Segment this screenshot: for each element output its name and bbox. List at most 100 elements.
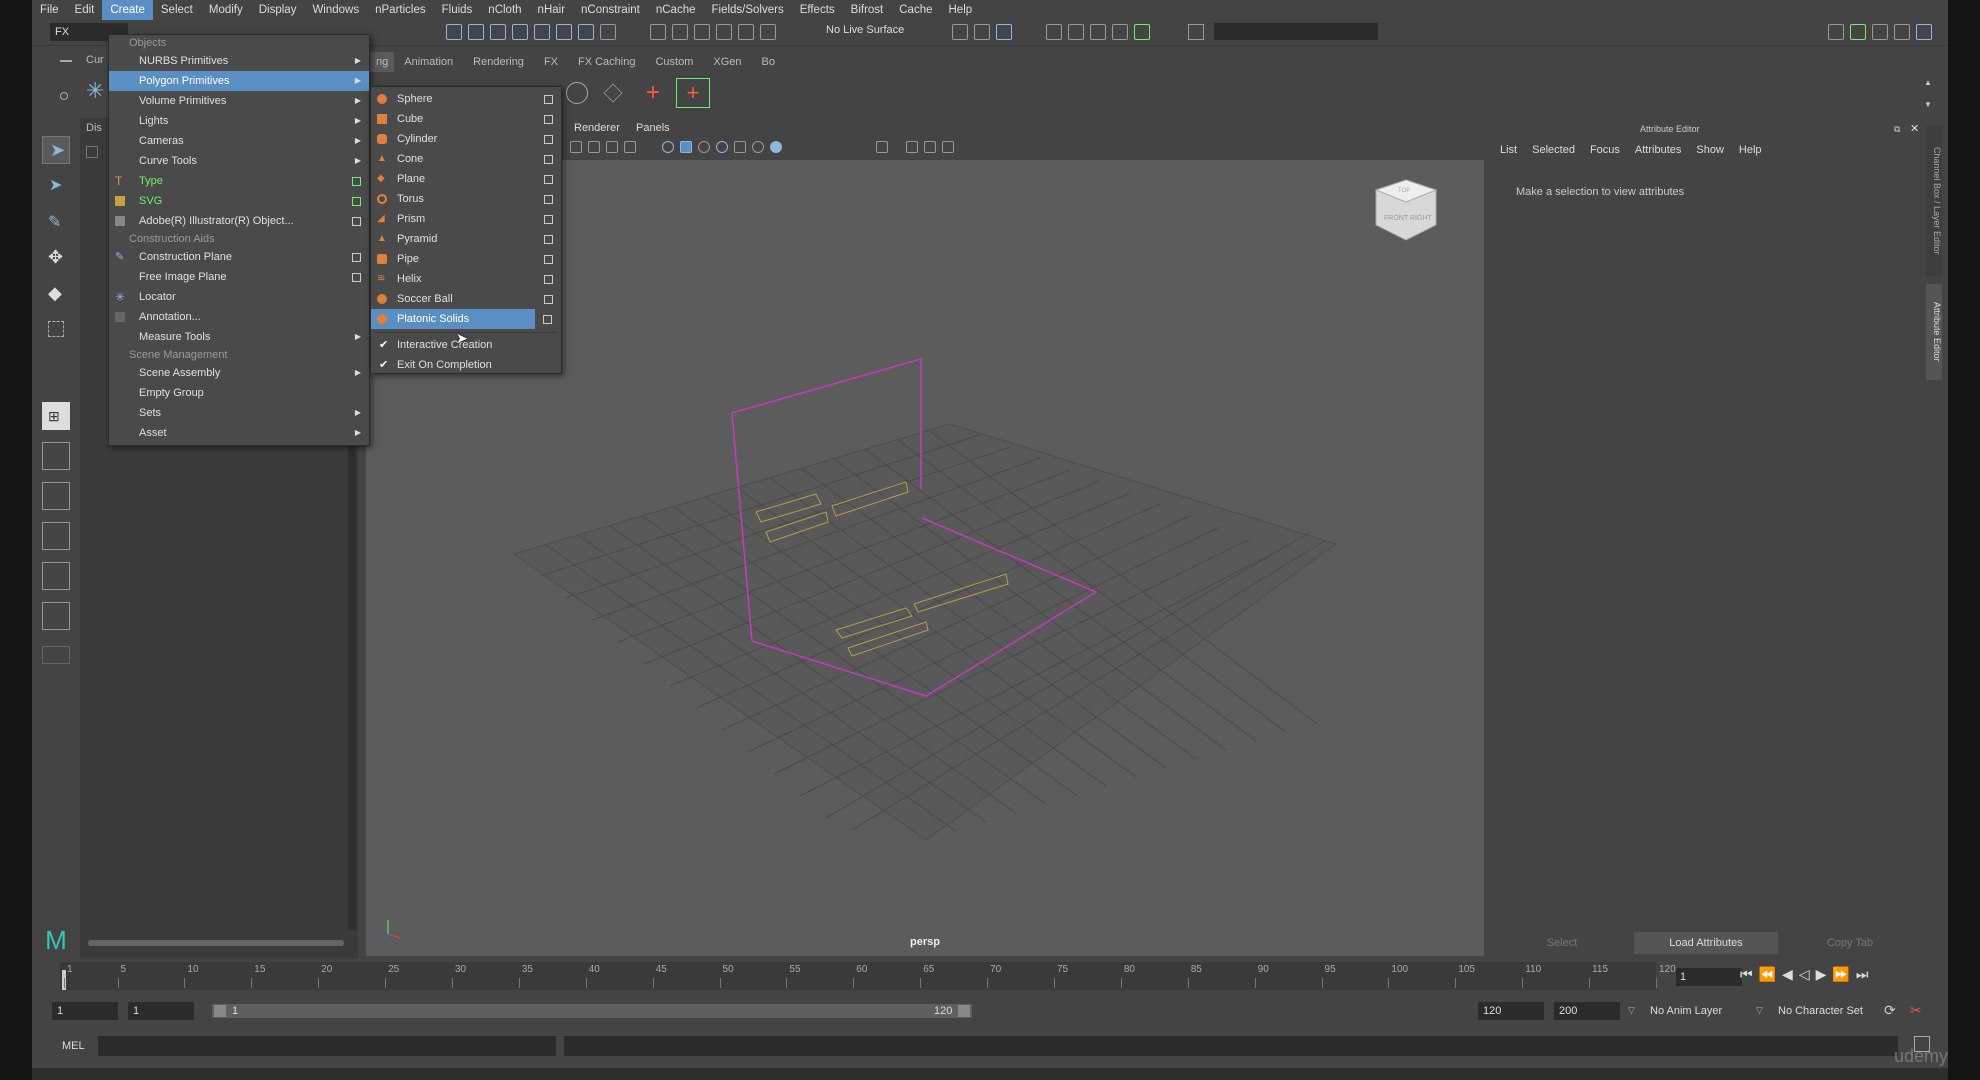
option-box[interactable] xyxy=(352,177,361,186)
render-view-icon[interactable] xyxy=(952,24,968,40)
menu-ncloth[interactable]: nCloth xyxy=(480,0,529,20)
hypershade-icon[interactable] xyxy=(996,24,1012,40)
step-back-icon[interactable]: ⏪ xyxy=(1759,966,1776,983)
option-box[interactable] xyxy=(544,275,553,284)
current-frame-field[interactable]: 1 xyxy=(1676,968,1742,986)
go-to-start-icon[interactable]: ⏮ xyxy=(1740,966,1753,983)
anim-layer-dropdown[interactable]: No Anim Layer xyxy=(1650,1005,1722,1017)
poly-item-helix[interactable]: ≋ Helix xyxy=(371,269,561,289)
camera-attr-icon[interactable] xyxy=(588,141,600,153)
menu-help[interactable]: Help xyxy=(941,0,981,20)
outliner-display-menu[interactable]: Dis xyxy=(86,122,102,134)
close-icon[interactable]: ✕ xyxy=(1910,122,1919,135)
paint-select-tool[interactable]: ✎ xyxy=(42,208,70,236)
bookmark-icon[interactable] xyxy=(606,141,618,153)
option-box[interactable] xyxy=(352,217,361,226)
option-box[interactable] xyxy=(544,175,553,184)
shelf-tab-modeling[interactable]: ng xyxy=(370,52,395,72)
outliner-layout-button[interactable] xyxy=(42,562,70,590)
platonic-solids-option-box[interactable] xyxy=(543,315,552,324)
menu-item-volume-primitives[interactable]: Volume Primitives ▶ xyxy=(109,91,369,111)
option-box[interactable] xyxy=(352,253,361,262)
select-tool[interactable]: ➤ xyxy=(42,136,70,164)
menu-fields-solvers[interactable]: Fields/Solvers xyxy=(703,0,791,20)
menu-item-cameras[interactable]: Cameras ▶ xyxy=(109,131,369,151)
workspace-icon[interactable] xyxy=(1828,24,1844,40)
menu-nparticles[interactable]: nParticles xyxy=(367,0,434,20)
menu-item-measure-tools[interactable]: Measure Tools ▶ xyxy=(109,327,369,347)
modeling-toolkit-icon[interactable] xyxy=(1850,24,1866,40)
end-frame-field[interactable]: 200 xyxy=(1554,1002,1620,1020)
load-attributes-button[interactable]: Load Attributes xyxy=(1634,932,1778,954)
auto-key-icon[interactable]: ⟳ xyxy=(1884,1002,1896,1019)
option-box[interactable] xyxy=(544,215,553,224)
menu-item-lights[interactable]: Lights ▶ xyxy=(109,111,369,131)
shelf-tab-bo[interactable]: Bo xyxy=(752,52,785,72)
menu-item-sets[interactable]: Sets ▶ xyxy=(109,403,369,423)
shelf-tab-clipped[interactable]: Cur xyxy=(86,54,104,66)
magnet-icon[interactable] xyxy=(672,24,688,40)
option-box[interactable] xyxy=(352,197,361,206)
go-to-end-icon[interactable]: ⏭ xyxy=(1856,966,1869,983)
scale-tool[interactable] xyxy=(42,316,70,344)
shelf-tab-custom[interactable]: Custom xyxy=(645,52,703,72)
step-forward-key-icon[interactable]: ⏩ xyxy=(1832,966,1849,983)
construction-history-icon[interactable] xyxy=(650,24,666,40)
option-box[interactable] xyxy=(544,135,553,144)
poly-item-platonic-solids[interactable]: Platonic Solids xyxy=(371,309,535,329)
viewport-menu-panels[interactable]: Panels xyxy=(636,122,670,134)
poly-item-pipe[interactable]: Pipe xyxy=(371,249,561,269)
poly-item-cone[interactable]: ▲ Cone xyxy=(371,149,561,169)
menu-item-annotation[interactable]: Annotation... xyxy=(109,307,369,327)
shelf-tab-rendering[interactable]: Rendering xyxy=(463,52,534,72)
mel-label[interactable]: MEL xyxy=(62,1040,85,1052)
option-box[interactable] xyxy=(544,195,553,204)
lights-icon[interactable] xyxy=(716,141,728,153)
poly-item-cube[interactable]: Cube xyxy=(371,109,561,129)
resolution-gate-icon[interactable] xyxy=(942,141,954,153)
tool-settings-icon[interactable] xyxy=(1894,24,1910,40)
clapboard-icon[interactable] xyxy=(1046,24,1062,40)
menu-item-illustrator-object[interactable]: Adobe(R) Illustrator(R) Object... xyxy=(109,211,369,231)
shelf-tab-animation[interactable]: Animation xyxy=(394,52,463,72)
play-forward-icon[interactable]: ▶ xyxy=(1816,966,1827,983)
playblast-icon[interactable] xyxy=(1068,24,1084,40)
shelf-tab-fx[interactable]: FX xyxy=(534,52,568,72)
menu-item-polygon-primitives[interactable]: Polygon Primitives ▶ xyxy=(109,71,369,91)
step-back-key-icon[interactable]: ◀ xyxy=(1782,966,1793,983)
menu-file[interactable]: File xyxy=(32,0,67,20)
shelf-tab-fx-caching[interactable]: FX Caching xyxy=(568,52,645,72)
menu-item-construction-plane[interactable]: ✎ Construction Plane xyxy=(109,247,369,267)
poly-item-sphere[interactable]: Sphere xyxy=(371,89,561,109)
attr-menu-attributes[interactable]: Attributes xyxy=(1635,144,1681,156)
image-plane-icon[interactable] xyxy=(624,141,636,153)
menu-item-nurbs-primitives[interactable]: NURBS Primitives ▶ xyxy=(109,51,369,71)
float-panel-icon[interactable]: ⧉ xyxy=(1894,124,1900,135)
snap-live-icon[interactable] xyxy=(534,24,550,40)
isolate-select-icon[interactable] xyxy=(876,141,888,153)
attribute-editor-side-tab[interactable]: Attribute Editor xyxy=(1926,284,1942,380)
persp-graph-layout-button[interactable] xyxy=(42,522,70,550)
menu-select[interactable]: Select xyxy=(153,0,201,20)
menu-item-asset[interactable]: Asset ▶ xyxy=(109,423,369,443)
lasso-tool[interactable]: ➤ xyxy=(42,172,70,200)
view-cube[interactable]: FRONT RIGHT TOP xyxy=(1374,179,1438,241)
wireframe-icon[interactable] xyxy=(662,141,674,153)
render-settings-icon[interactable] xyxy=(974,24,990,40)
asterisk-tool-icon[interactable]: ✳ xyxy=(86,80,104,102)
option-box[interactable] xyxy=(544,235,553,244)
poly-item-exit-on-completion[interactable]: ✔ Exit On Completion xyxy=(371,355,561,375)
poly-item-prism[interactable]: ◢ Prism xyxy=(371,209,561,229)
option-box[interactable] xyxy=(544,95,553,104)
option-box[interactable] xyxy=(544,115,553,124)
smooth-shade-icon[interactable] xyxy=(680,141,692,153)
symmetry-icon[interactable] xyxy=(716,24,732,40)
playback-start-field[interactable]: 1 xyxy=(128,1002,194,1020)
ipr-render-icon[interactable] xyxy=(578,24,594,40)
quick-search-field[interactable] xyxy=(1214,23,1378,40)
option-box[interactable] xyxy=(544,155,553,164)
character-set-dropdown[interactable]: No Character Set xyxy=(1778,1005,1863,1017)
camera-select-icon[interactable] xyxy=(570,141,582,153)
snap-grid-icon[interactable] xyxy=(446,24,462,40)
shelf-scroll-down-icon[interactable]: ▼ xyxy=(1924,100,1932,109)
